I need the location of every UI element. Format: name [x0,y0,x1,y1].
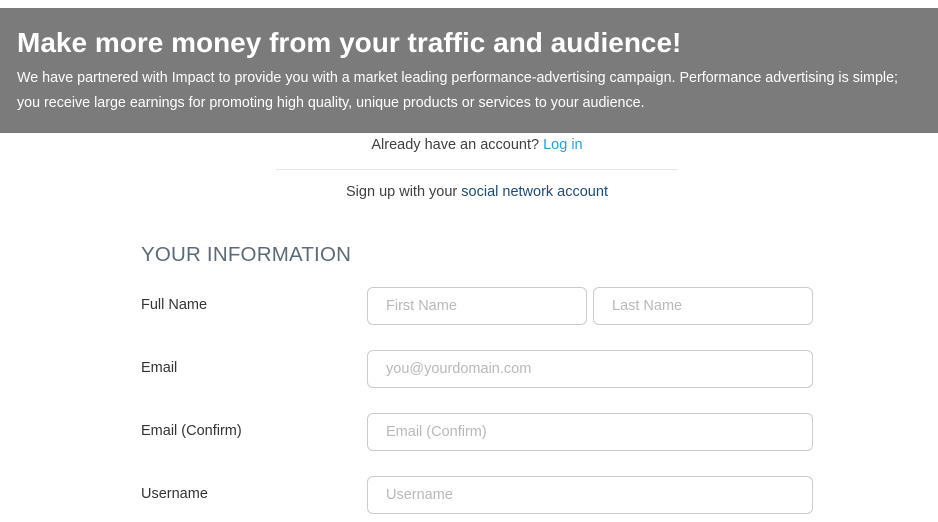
email-confirm-input[interactable] [367,413,813,451]
promo-banner: Make more money from your traffic and au… [0,8,938,133]
login-link[interactable]: Log in [543,137,583,153]
login-prompt: Already have an account? Log in [0,137,938,153]
divider [276,169,677,170]
email-label: Email [141,360,178,376]
email-confirm-label: Email (Confirm) [141,423,242,439]
banner-description: We have partnered with Impact to provide… [17,70,899,111]
login-prompt-text: Already have an account? [371,137,544,153]
username-label: Username [141,486,208,502]
email-input[interactable] [367,350,813,388]
last-name-input[interactable] [593,287,813,325]
full-name-label: Full Name [141,297,208,313]
first-name-input[interactable] [367,287,587,325]
banner-title: Make more money from your traffic and au… [17,27,682,58]
social-signup-prompt: Sign up with your social network account [0,184,938,200]
social-prompt-text: Sign up with your [346,184,462,200]
section-title-your-information: YOUR INFORMATION [141,243,352,266]
username-input[interactable] [367,476,813,514]
social-network-link[interactable]: social network account [461,184,608,200]
